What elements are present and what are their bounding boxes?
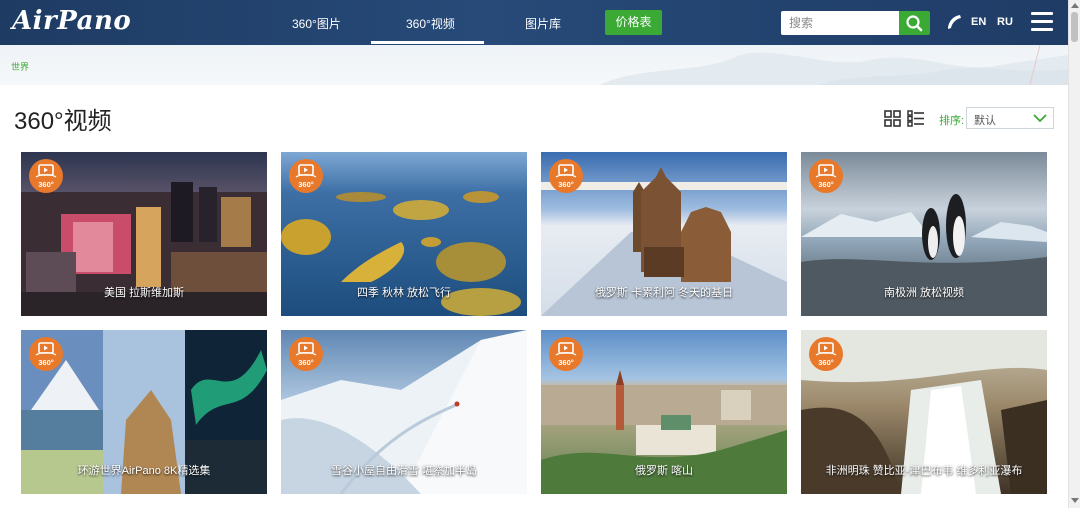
scrollbar-thumb[interactable]	[1071, 12, 1078, 42]
breadcrumb-world[interactable]: 世界	[11, 60, 29, 73]
video-title: 美国 拉斯维加斯	[103, 287, 185, 299]
video-title: 南极洲 放松视频	[883, 287, 965, 299]
hamburger-menu-icon[interactable]	[1031, 12, 1053, 32]
video-360-badge-icon: 360°	[289, 159, 323, 193]
video-title: 俄罗斯 卡累利阿 冬天的基日	[594, 287, 734, 299]
video-360-badge-icon: 360°	[809, 159, 843, 193]
video-360-badge-icon: 360°	[29, 337, 63, 371]
video-card[interactable]: 360° 俄罗斯 卡累利阿 冬天的基日	[541, 152, 787, 316]
scroll-down-arrow-icon[interactable]	[1071, 498, 1079, 503]
phone-icon[interactable]	[944, 12, 964, 32]
badge-label: 360°	[38, 358, 54, 367]
search-icon	[906, 15, 923, 32]
world-map-background	[600, 45, 1068, 85]
video-360-badge-icon: 360°	[549, 337, 583, 371]
sort-label: 排序:	[939, 115, 965, 127]
scroll-up-arrow-icon[interactable]	[1071, 3, 1079, 8]
vertical-scrollbar[interactable]	[1068, 0, 1080, 508]
nav-360-photos[interactable]: 360°图片	[292, 15, 341, 32]
active-tab-indicator	[371, 41, 484, 44]
video-360-badge-icon: 360°	[289, 337, 323, 371]
page: AirPano 360°图片 360°视频 图片库 价格表 EN RU 世界	[0, 0, 1068, 508]
video-title: 俄罗斯 喀山	[634, 465, 694, 477]
search-input[interactable]	[781, 11, 899, 35]
video-card[interactable]: 360° 雪谷小屋自由滑雪 堪察加半岛	[281, 330, 527, 494]
airpano-logo[interactable]: AirPano	[12, 6, 131, 36]
page-title: 360°视频	[14, 108, 112, 135]
video-card[interactable]: 360° 南极洲 放松视频	[801, 152, 1047, 316]
badge-label: 360°	[818, 180, 834, 189]
video-360-badge-icon: 360°	[549, 159, 583, 193]
search-button[interactable]	[899, 11, 930, 35]
nav-photo-gallery[interactable]: 图片库	[525, 15, 561, 32]
badge-label: 360°	[558, 358, 574, 367]
video-card[interactable]: 360° 美国 拉斯维加斯	[21, 152, 267, 316]
top-navigation-bar: AirPano 360°图片 360°视频 图片库 价格表 EN RU	[0, 0, 1068, 45]
video-card[interactable]: 360° 环游世界AirPano 8K精选集	[21, 330, 267, 494]
chevron-down-icon	[1033, 114, 1047, 123]
video-card[interactable]: 360° 非洲明珠 赞比亚-津巴布韦 维多利亚瀑布	[801, 330, 1047, 494]
language-ru[interactable]: RU	[997, 16, 1013, 28]
video-title: 非洲明珠 赞比亚-津巴布韦 维多利亚瀑布	[825, 465, 1023, 477]
grid-view-icon[interactable]	[884, 110, 901, 127]
video-card[interactable]: 360° 俄罗斯 喀山	[541, 330, 787, 494]
video-360-badge-icon: 360°	[809, 337, 843, 371]
badge-label: 360°	[38, 180, 54, 189]
badge-label: 360°	[558, 180, 574, 189]
nav-360-videos[interactable]: 360°视频	[406, 15, 455, 32]
video-card[interactable]: 360° 四季 秋林 放松飞行	[281, 152, 527, 316]
language-en[interactable]: EN	[971, 16, 986, 28]
badge-label: 360°	[298, 358, 314, 367]
sort-selected-value: 默认	[974, 115, 996, 127]
badge-label: 360°	[818, 358, 834, 367]
list-view-icon[interactable]	[907, 110, 925, 127]
video-title: 四季 秋林 放松飞行	[356, 287, 452, 299]
video-title: 环游世界AirPano 8K精选集	[77, 465, 211, 477]
sort-dropdown[interactable]: 默认	[966, 107, 1054, 129]
breadcrumb-bar: 世界	[0, 45, 1068, 85]
video-360-badge-icon: 360°	[29, 159, 63, 193]
price-list-button[interactable]: 价格表	[605, 10, 662, 35]
video-title: 雪谷小屋自由滑雪 堪察加半岛	[330, 465, 478, 477]
badge-label: 360°	[298, 180, 314, 189]
